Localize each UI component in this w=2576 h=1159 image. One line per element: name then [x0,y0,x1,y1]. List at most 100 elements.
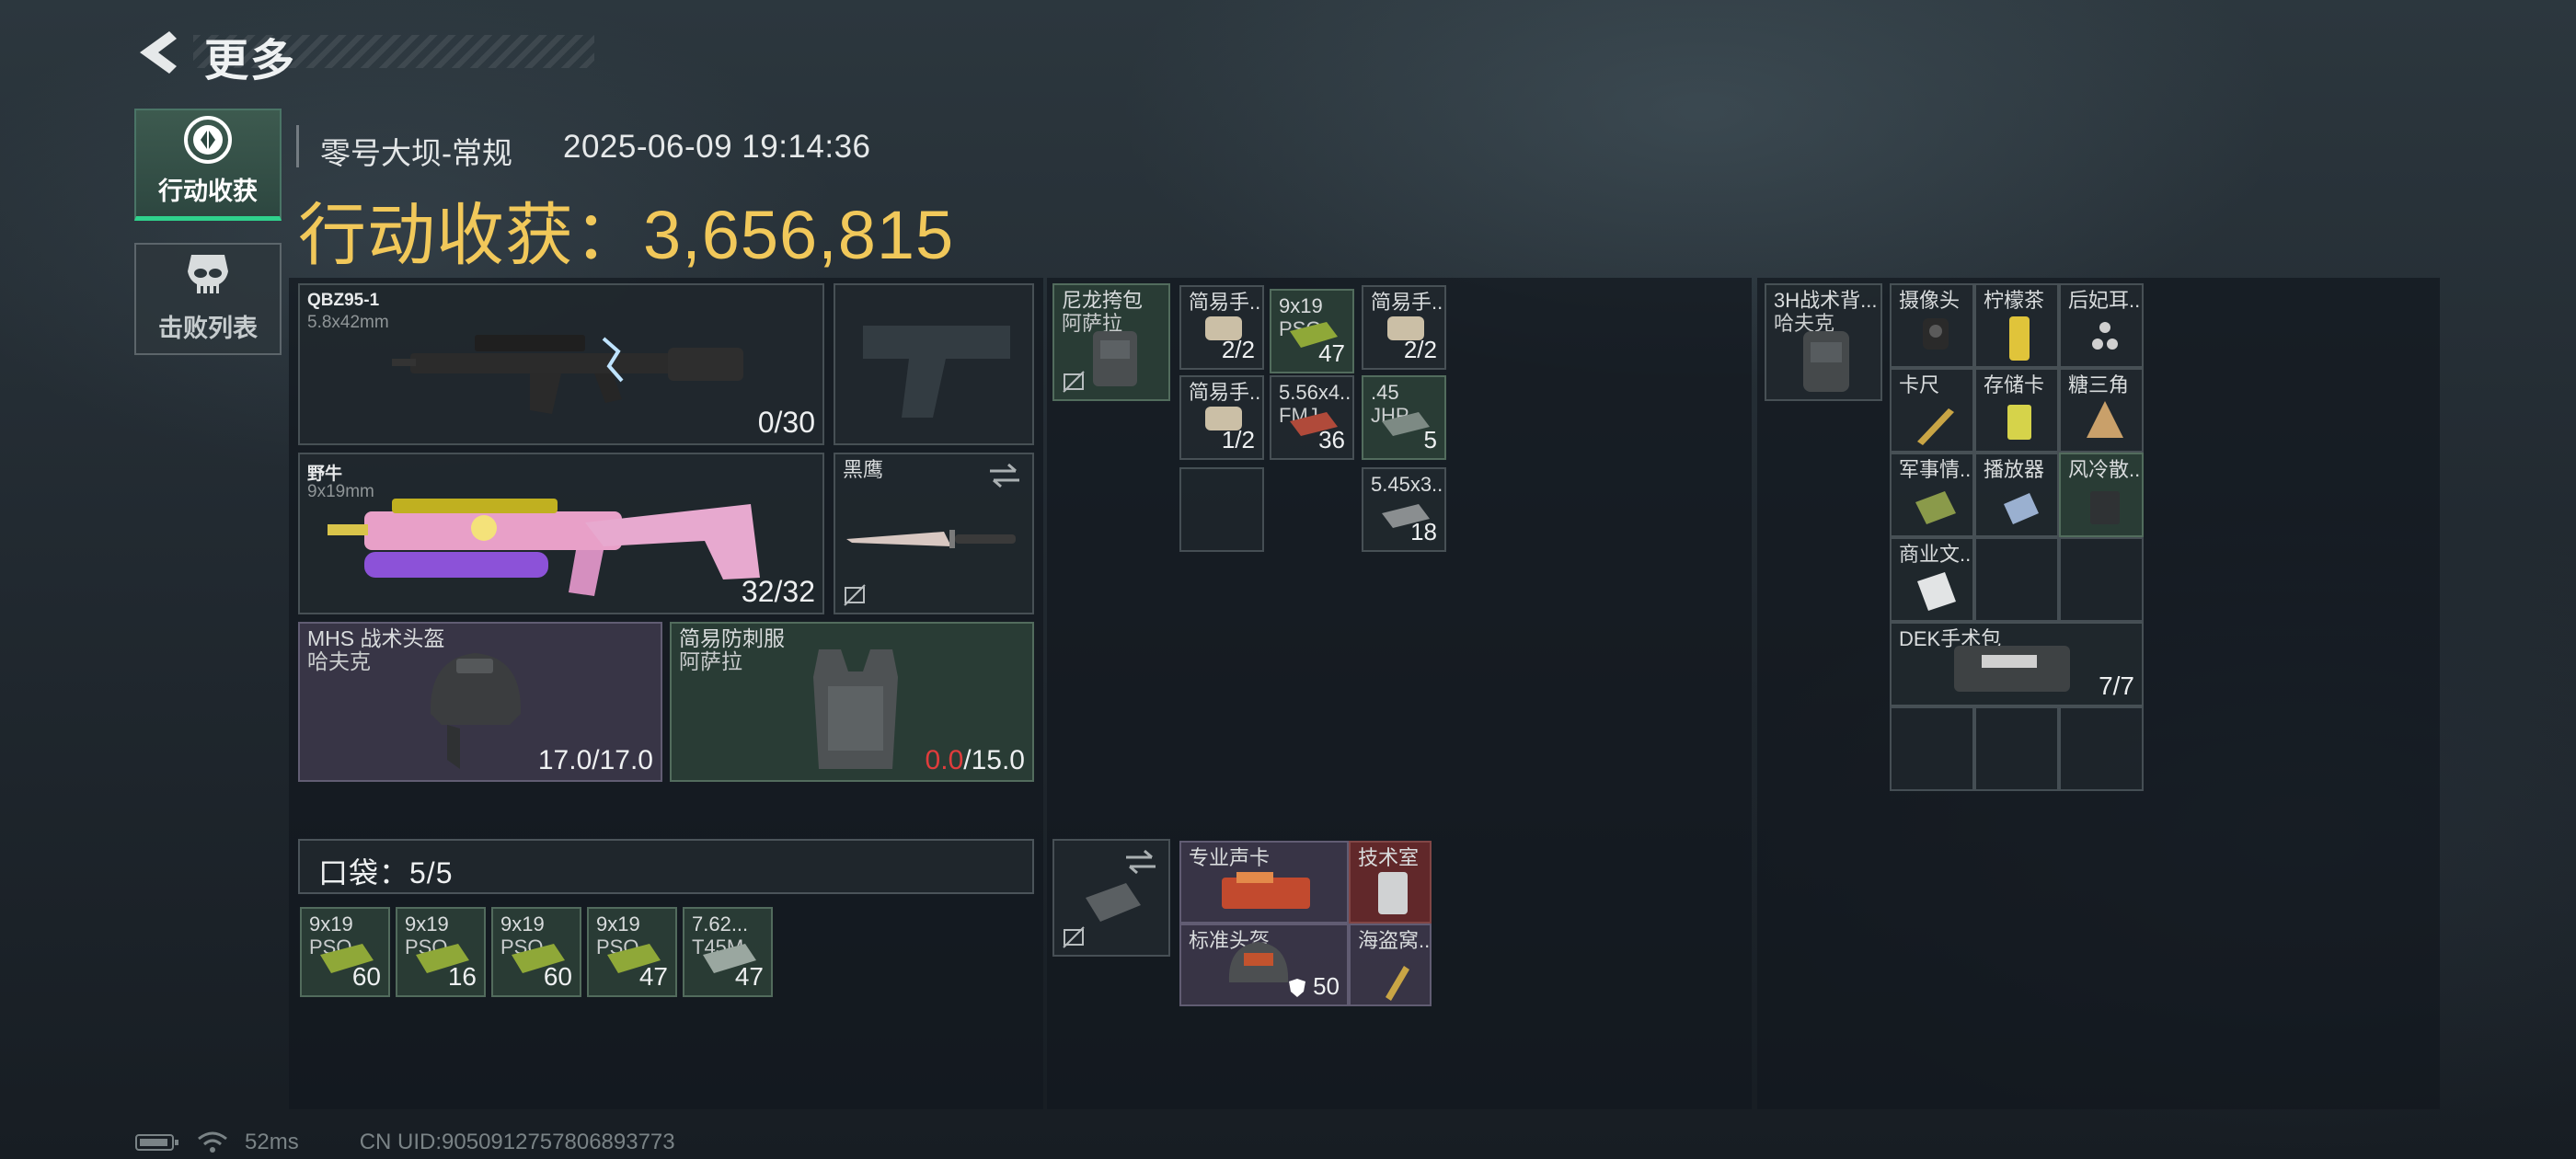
empty-slot[interactable] [1179,467,1264,552]
item-name: 摄像头 [1899,289,1961,312]
chest-rig-icon [1093,331,1137,386]
item-name: 9x19 [596,912,640,935]
item-count: 60 [351,962,381,991]
backpack-item[interactable]: 糖三角 [2059,368,2144,453]
skull-icon [188,255,228,293]
item-name: 糖三角 [2068,373,2130,396]
item-name: 播放器 [1984,458,2045,481]
chest-rig-item[interactable]: 简易手... 1/2 [1179,375,1264,460]
camera-icon [1923,318,1949,350]
melee-slot[interactable]: 黑鹰 [834,453,1034,614]
item-name: 5.56x4... [1279,381,1354,404]
pocket-item[interactable]: 9x19 PSO 16 [396,907,486,997]
shield-icon [1288,979,1305,998]
primary-weapon-slot[interactable]: QBZ95-1 5.8x42mm 0/30 [298,283,824,445]
secondary-weapon-slot[interactable]: 野牛 9x19mm 32/32 [298,453,824,614]
swap-icon[interactable] [1122,848,1159,876]
item-count: 7/7 [2099,671,2134,700]
primary-weapon-name: QBZ95-1 [307,291,380,310]
backpack-item[interactable]: DEK手术包 7/7 [1890,622,2144,706]
backpack-item[interactable]: 柠檬茶 [1974,283,2059,368]
earnings-value: 3,656,815 [643,197,955,273]
item-name: 技术室 [1358,846,1420,869]
document-icon [1915,491,1956,524]
page-title: 更多 [204,37,297,86]
item-count: 47 [1318,339,1345,367]
empty-slot[interactable] [2059,537,2144,622]
status-bar: 52ms CN UID:9050912757806893773 [134,1130,675,1155]
backpack-item[interactable]: 商业文... [1890,537,1974,622]
wifi-icon [198,1131,227,1153]
armor-durability-current: 0.0 [925,745,964,775]
safe-box-item[interactable]: 海盗窝... [1349,924,1432,1006]
not-secured-icon [1063,926,1085,948]
divider [296,125,299,167]
knife-icon [846,530,1016,548]
chest-rig-item[interactable]: 9x19 PSO 47 [1270,289,1354,373]
item-name: .45 [1371,381,1399,404]
item-name: 5.45x3... [1371,473,1446,496]
smg-icon [328,499,760,596]
tab-loot[interactable]: 行动收获 [134,109,282,221]
pocket-item[interactable]: 9x19 PSO 47 [587,907,677,997]
helmet-brand: 哈夫克 [307,649,371,673]
primary-weapon-caliber: 5.8x42mm [307,313,389,332]
empty-slot[interactable] [1974,706,2059,791]
backpack-item[interactable]: 播放器 [1974,453,2059,537]
pocket-item[interactable]: 7.62... T45M 47 [683,907,773,997]
backpack-item[interactable]: 军事情... [1890,453,1974,537]
pocket-label: 口袋：5/5 [318,856,454,889]
swap-icon[interactable] [986,462,1023,489]
chest-rig-name: 尼龙挎包 [1062,289,1144,312]
chest-rig-item[interactable]: 5.56x4... FMJ 36 [1270,375,1354,460]
holster-slot[interactable] [834,283,1034,445]
earnings-total: 行动收获：3,656,815 [298,180,954,279]
chest-rig-item[interactable]: .45 JHP 5 [1362,375,1446,460]
backpack-item[interactable]: 存储卡 [1974,368,2059,453]
safe-box-slot[interactable] [1052,839,1170,957]
helmet-durability: 17.0/17.0 [537,745,653,775]
item-name: 存储卡 [1984,373,2045,396]
medkit-icon [1954,646,2070,692]
helmet-slot[interactable]: MHS 战术头盔 哈夫克 17.0/17.0 [298,622,662,782]
chest-rig-item[interactable]: 简易手... 2/2 [1362,285,1446,370]
backpack-item[interactable]: 风冷散... [2059,453,2144,537]
tab-kills-label: 击败列表 [158,315,258,342]
item-count: 36 [1318,426,1345,453]
map-name: 零号大坝-常规 [320,136,512,170]
back-button[interactable] [134,28,180,77]
safe-box-item[interactable]: 专业声卡 [1179,841,1349,924]
item-count: 60 [543,962,572,991]
empty-slot[interactable] [2059,706,2144,791]
chest-rig-slot[interactable]: 尼龙挎包 阿萨拉 [1052,283,1170,401]
backpack-item[interactable]: 后妃耳... [2059,283,2144,368]
backpack-item[interactable]: 卡尺 [1890,368,1974,453]
safe-box-item[interactable]: 技术室 [1349,841,1432,924]
armor-slot[interactable]: 简易防刺服 阿萨拉 0.0/15.0 [670,622,1034,782]
backpack-name: 3H战术背... [1774,289,1878,312]
empty-slot[interactable] [1890,706,1974,791]
item-name: 风冷散... [2068,458,2144,481]
chest-rig-item[interactable]: 5.45x3... 18 [1362,467,1446,552]
item-count: 2/2 [1403,336,1437,363]
body-armor-icon [813,649,898,769]
lighter-icon [1386,966,1409,1001]
empty-slot[interactable] [1974,537,2059,622]
armor-durability: 0.0/15.0 [926,745,1025,776]
pocket-item[interactable]: 9x19 PSO 60 [300,907,390,997]
player-icon [2004,493,2039,524]
item-name: 9x19 [500,912,545,935]
backpack-slot[interactable]: 3H战术背... 哈夫克 [1765,283,1882,401]
backpack-item[interactable]: 摄像头 [1890,283,1974,368]
item-name: 简易手... [1189,291,1264,314]
pocket-item[interactable]: 9x19 PSO 60 [491,907,581,997]
chest-rig-item[interactable]: 简易手... 2/2 [1179,285,1264,370]
battery-icon [135,1134,178,1151]
item-name: 9x19 [309,912,353,935]
sound-card-icon [1222,872,1310,909]
cooler-icon [2090,491,2120,524]
item-count: 2/2 [1221,336,1255,363]
tab-kills[interactable]: 击败列表 [134,243,282,355]
safe-box-item[interactable]: 标准头盔 50 [1179,924,1349,1006]
earnings-label: 行动收获： [298,197,643,273]
